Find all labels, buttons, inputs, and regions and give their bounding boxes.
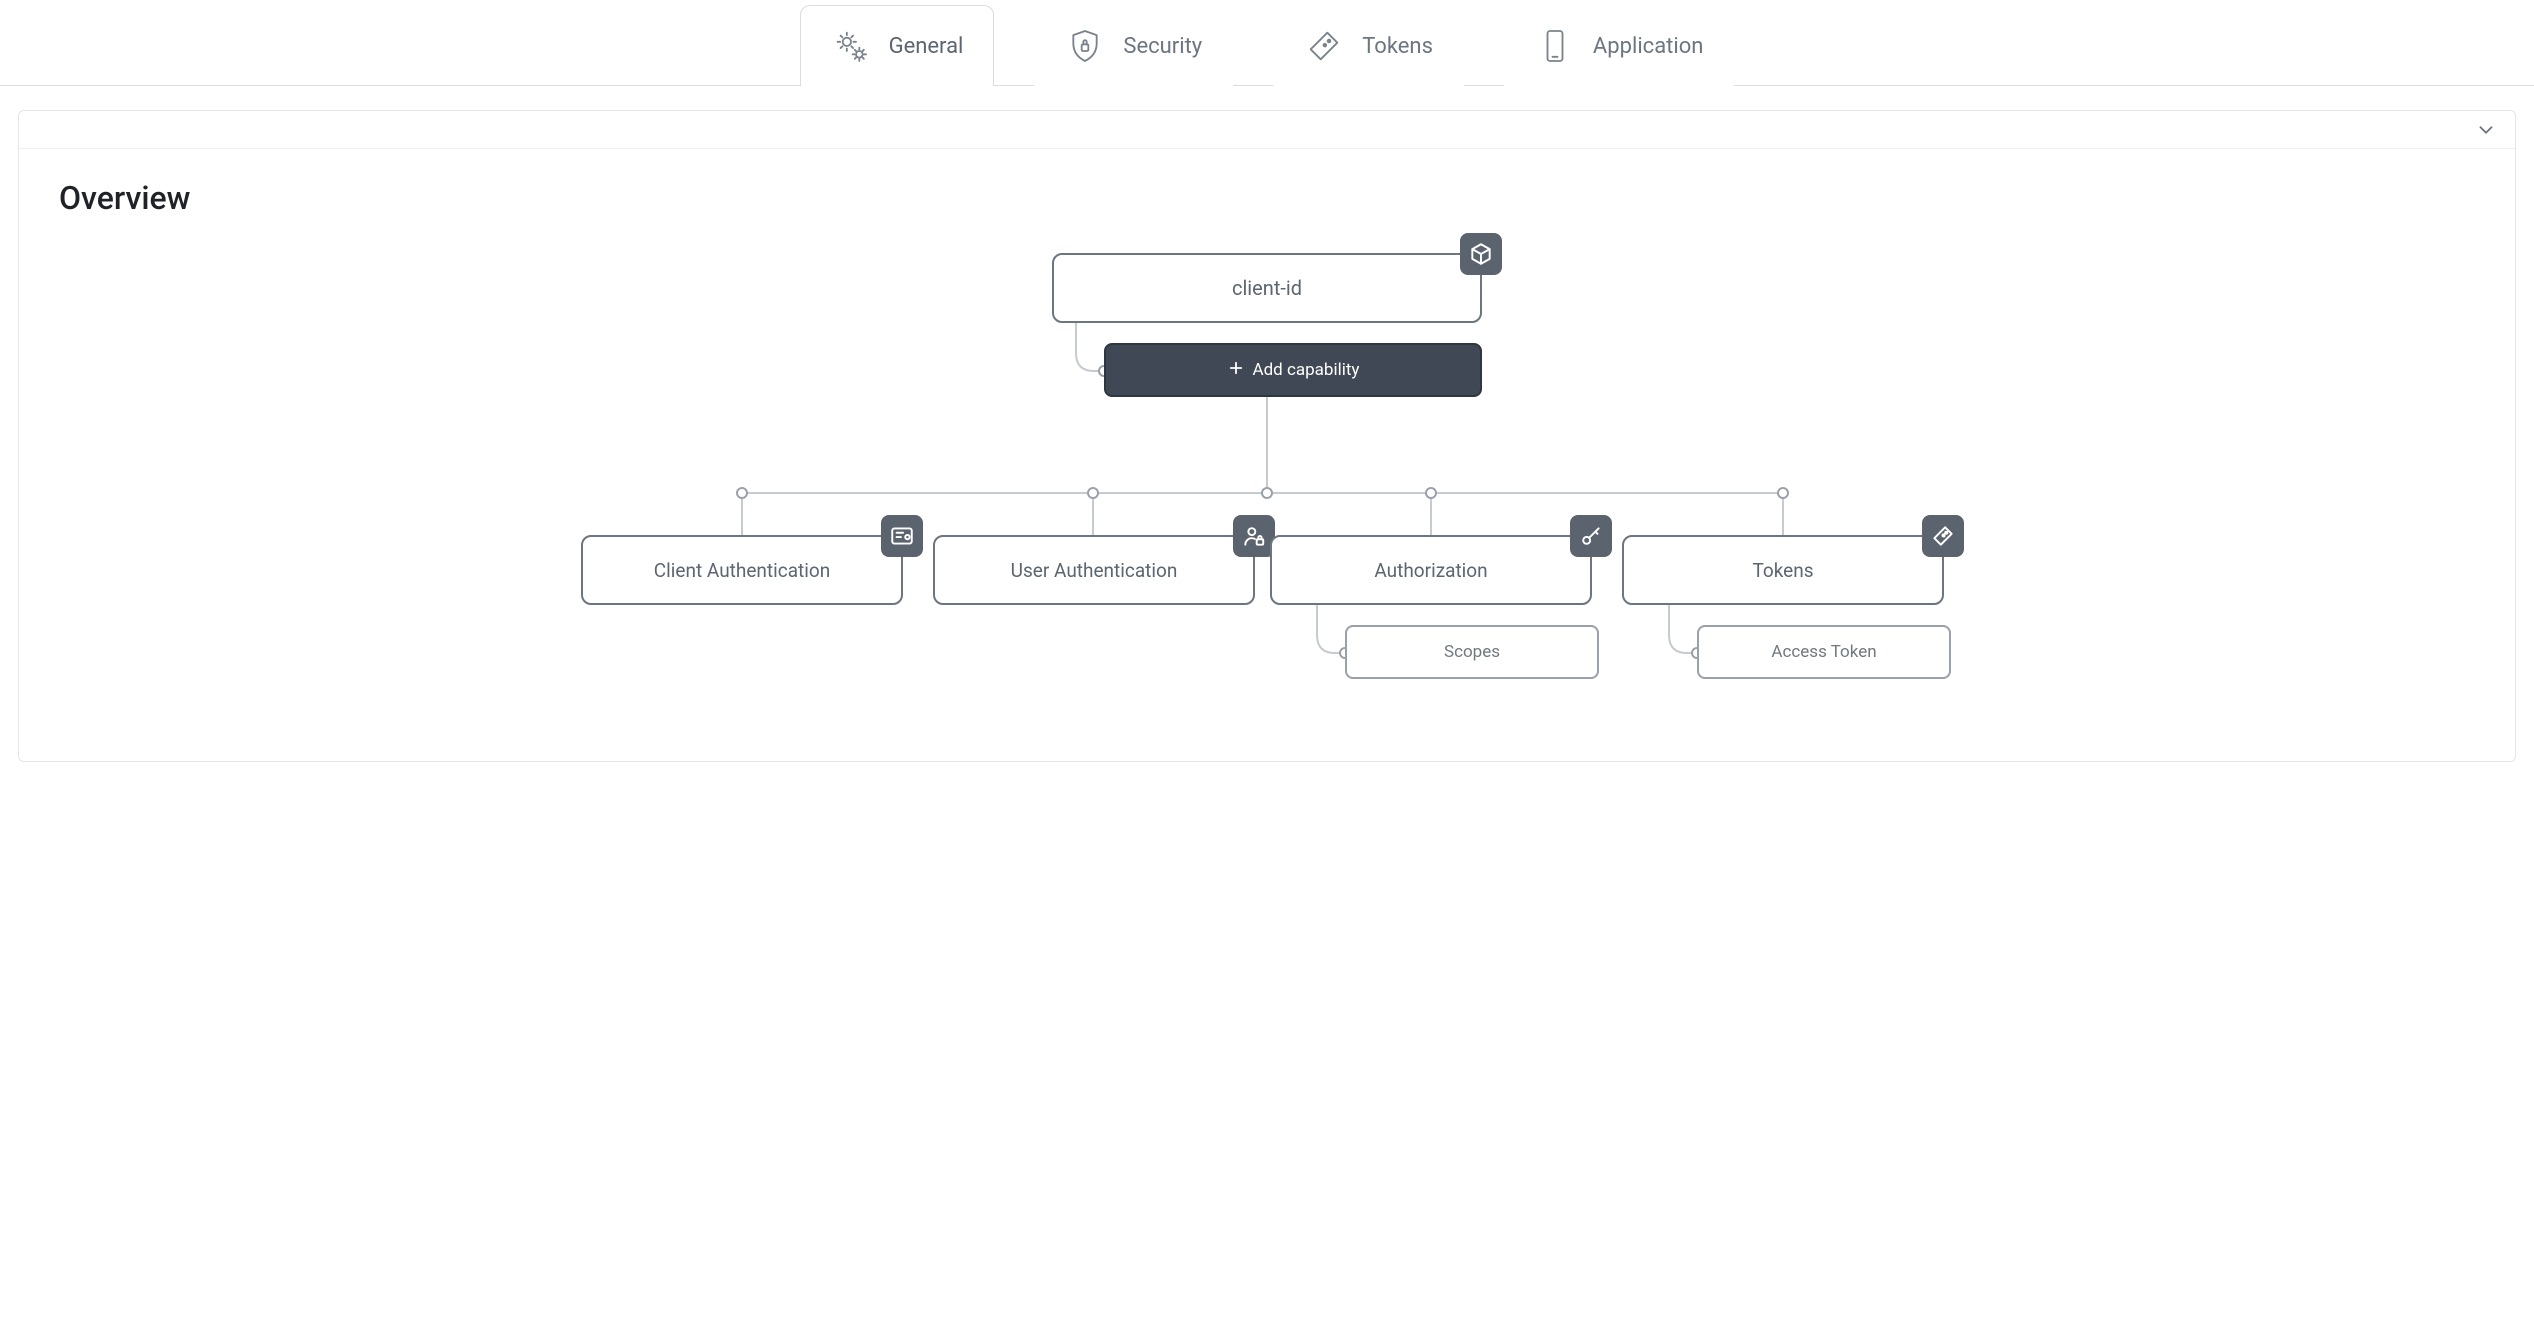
panel-header-strip [19,111,2515,149]
cube-icon [1460,233,1502,275]
node-scopes[interactable]: Scopes [1345,625,1599,679]
add-capability-button[interactable]: Add capability [1104,343,1482,397]
connector-dot [1261,487,1273,499]
gears-icon [831,26,871,66]
overview-panel: Overview [18,110,2516,762]
connector-dot [1425,487,1437,499]
tab-tokens[interactable]: Tokens [1273,5,1464,86]
tab-label: General [889,34,964,59]
shield-lock-icon [1065,26,1105,66]
connector-dot [1087,487,1099,499]
node-label: Tokens [1752,559,1813,582]
node-client-authentication[interactable]: Client Authentication [581,535,903,605]
plus-icon [1227,359,1245,382]
node-access-token[interactable]: Access Token [1697,625,1951,679]
tab-general[interactable]: General [800,5,995,86]
overview-diagram: client-id Add capability Client [547,241,1987,701]
node-label: client-id [1232,276,1302,300]
key-icon [1570,515,1612,557]
connector-dot [1777,487,1789,499]
node-label: Client Authentication [654,559,830,582]
id-card-icon [881,515,923,557]
node-label: User Authentication [1011,559,1178,582]
tab-security[interactable]: Security [1034,5,1233,86]
tab-label: Tokens [1362,34,1433,59]
user-lock-icon [1233,515,1275,557]
node-label: Scopes [1444,642,1500,662]
node-label: Access Token [1771,642,1876,662]
add-capability-label: Add capability [1253,360,1360,380]
ticket-icon [1922,515,1964,557]
connector-dot [736,487,748,499]
node-label: Authorization [1374,559,1487,582]
tab-bar: General Security Tokens [0,0,2534,86]
node-user-authentication[interactable]: User Authentication [933,535,1255,605]
phone-icon [1535,26,1575,66]
chevron-down-icon [2475,126,2497,145]
panel-container: Overview [0,86,2534,802]
collapse-toggle[interactable] [2475,119,2497,141]
node-authorization[interactable]: Authorization [1270,535,1592,605]
tab-label: Application [1593,34,1703,59]
ticket-icon [1304,26,1344,66]
tab-application[interactable]: Application [1504,5,1734,86]
tab-label: Security [1123,34,1202,59]
node-tokens[interactable]: Tokens [1622,535,1944,605]
node-client-id[interactable]: client-id [1052,253,1482,323]
panel-title: Overview [19,149,2515,223]
